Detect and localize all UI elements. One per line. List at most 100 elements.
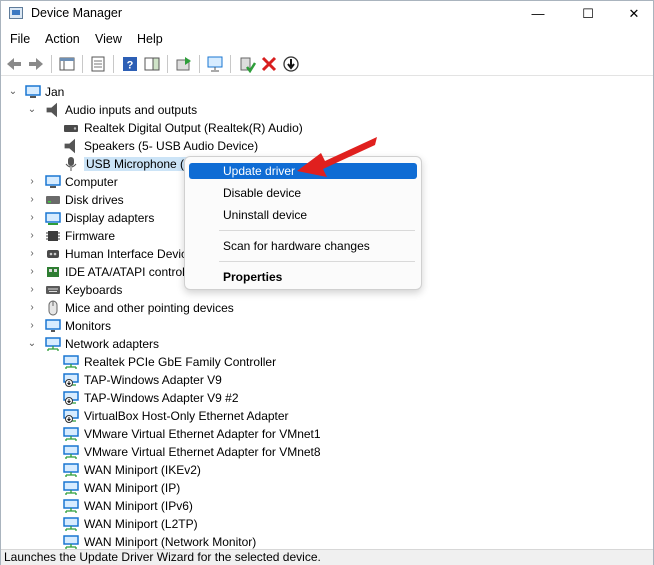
menu-bar: File Action View Help xyxy=(1,29,653,51)
action-pane-icon[interactable] xyxy=(143,55,161,73)
tree-device-row[interactable]: VMware Virtual Ethernet Adapter for VMne… xyxy=(1,425,653,443)
network-adapter-icon xyxy=(63,499,79,513)
enable-device-icon[interactable] xyxy=(238,55,256,73)
uninstall-device-icon[interactable] xyxy=(260,55,278,73)
network-adapter-icon xyxy=(63,355,79,369)
tree-device-row[interactable]: Realtek PCIe GbE Family Controller xyxy=(1,353,653,371)
tree-item-label: Network adapters xyxy=(65,337,160,351)
menu-help[interactable]: Help xyxy=(137,32,163,46)
monitor-icon xyxy=(45,319,61,332)
tree-category-network[interactable]: ⌄ Network adapters xyxy=(1,335,653,353)
tree-item-label: Display adapters xyxy=(65,211,155,225)
properties-icon[interactable] xyxy=(89,55,107,73)
tree-device-row[interactable]: TAP-Windows Adapter V9 xyxy=(1,371,653,389)
chevron-right-icon[interactable]: › xyxy=(26,301,38,315)
tree-device-row[interactable]: TAP-Windows Adapter V9 #2 xyxy=(1,389,653,407)
chevron-right-icon[interactable]: › xyxy=(26,175,38,189)
tree-item-label: WAN Miniport (IPv6) xyxy=(84,499,193,513)
network-adapter-icon xyxy=(45,337,61,351)
tree-item-label: Monitors xyxy=(65,319,112,333)
minimize-button[interactable]: — xyxy=(515,1,561,27)
network-adapter-disabled-icon xyxy=(63,373,79,387)
chevron-right-icon[interactable]: › xyxy=(26,193,38,207)
scan-hardware-icon[interactable] xyxy=(206,55,224,73)
firmware-icon xyxy=(46,231,60,241)
tree-item-label: Realtek Digital Output (Realtek(R) Audio… xyxy=(84,121,303,135)
chevron-right-icon[interactable]: › xyxy=(26,283,38,297)
tree-device-row[interactable]: WAN Miniport (IPv6) xyxy=(1,497,653,515)
menu-item-scan-hardware[interactable]: Scan for hardware changes xyxy=(189,238,417,254)
tree-item-label: Human Interface Devic xyxy=(65,247,188,261)
menu-file[interactable]: File xyxy=(10,32,30,46)
maximize-button[interactable]: ☐ xyxy=(565,1,611,27)
network-adapter-disabled-icon xyxy=(63,391,79,405)
tree-item-label: VirtualBox Host-Only Ethernet Adapter xyxy=(84,409,289,423)
tree-category-audio[interactable]: ⌄ Audio inputs and outputs xyxy=(1,101,653,119)
menu-item-uninstall-device[interactable]: Uninstall device xyxy=(189,207,417,223)
menu-action[interactable]: Action xyxy=(45,32,80,46)
tree-item-label: Audio inputs and outputs xyxy=(65,103,198,117)
tree-device-row[interactable]: WAN Miniport (IP) xyxy=(1,479,653,497)
chevron-down-icon[interactable]: ⌄ xyxy=(26,103,38,117)
chevron-down-icon[interactable]: ⌄ xyxy=(7,85,19,99)
close-button[interactable]: ✕ xyxy=(611,1,654,27)
tree-item-label: WAN Miniport (Network Monitor) xyxy=(84,535,257,549)
computer-icon xyxy=(25,85,41,98)
toolbar-separator xyxy=(230,55,231,73)
chevron-right-icon[interactable]: › xyxy=(26,247,38,261)
tree-item-label: VMware Virtual Ethernet Adapter for VMne… xyxy=(84,445,321,459)
display-adapter-icon xyxy=(45,212,61,225)
back-arrow-icon[interactable] xyxy=(5,55,23,73)
chevron-right-icon[interactable]: › xyxy=(26,211,38,225)
mouse-icon xyxy=(48,300,58,316)
tree-device-row[interactable]: WAN Miniport (IKEv2) xyxy=(1,461,653,479)
tree-item-label: Realtek PCIe GbE Family Controller xyxy=(84,355,277,369)
tree-device-row[interactable]: VMware Virtual Ethernet Adapter for VMne… xyxy=(1,443,653,461)
audio-device-icon xyxy=(64,125,78,132)
ide-controller-icon xyxy=(47,267,59,277)
toolbar-separator xyxy=(51,55,52,73)
speaker-icon xyxy=(46,102,57,118)
toolbar-separator xyxy=(199,55,200,73)
help-icon[interactable]: ? xyxy=(121,55,139,73)
chevron-right-icon[interactable]: › xyxy=(26,229,38,243)
tree-root-label: Jan xyxy=(45,85,65,99)
microphone-icon xyxy=(65,157,77,171)
red-arrow-icon xyxy=(297,137,377,177)
window-title: Device Manager xyxy=(31,6,123,20)
disable-device-icon[interactable] xyxy=(282,55,300,73)
tree-item-label: Firmware xyxy=(65,229,115,243)
computer-icon xyxy=(45,175,61,188)
tree-item-label: IDE ATA/ATAPI controll xyxy=(65,265,188,279)
forward-arrow-icon[interactable] xyxy=(27,55,45,73)
menu-item-disable-device[interactable]: Disable device xyxy=(189,185,417,201)
keyboard-icon xyxy=(46,286,60,294)
tree-item-label: Computer xyxy=(65,175,118,189)
device-manager-window: Device Manager — ☐ ✕ File Action View He… xyxy=(0,0,654,565)
title-bar: Device Manager — ☐ ✕ xyxy=(1,1,653,27)
tree-device-row[interactable]: WAN Miniport (Network Monitor) xyxy=(1,533,653,549)
toolbar-separator xyxy=(82,55,83,73)
tree-item-label: WAN Miniport (IKEv2) xyxy=(84,463,201,477)
chevron-right-icon[interactable]: › xyxy=(26,319,38,333)
chevron-right-icon[interactable]: › xyxy=(26,265,38,279)
svg-text:?: ? xyxy=(127,60,134,72)
disk-drive-icon xyxy=(46,196,60,204)
tree-item-label: VMware Virtual Ethernet Adapter for VMne… xyxy=(84,427,321,441)
menu-view[interactable]: View xyxy=(95,32,122,46)
network-adapter-icon xyxy=(63,445,79,459)
show-hide-console-tree-icon[interactable] xyxy=(58,55,76,73)
tree-device-row[interactable]: WAN Miniport (L2TP) xyxy=(1,515,653,533)
tree-category-monitors[interactable]: › Monitors xyxy=(1,317,653,335)
tree-device-row[interactable]: VirtualBox Host-Only Ethernet Adapter xyxy=(1,407,653,425)
network-adapter-icon xyxy=(63,517,79,531)
menu-item-properties[interactable]: Properties xyxy=(189,269,417,285)
tree-item-label: Disk drives xyxy=(65,193,124,207)
tree-item-label: TAP-Windows Adapter V9 xyxy=(84,373,222,387)
toolbar: ? xyxy=(1,52,653,76)
chevron-down-icon[interactable]: ⌄ xyxy=(26,337,38,351)
update-driver-icon[interactable] xyxy=(175,55,193,73)
tree-root-computer[interactable]: ⌄ Jan xyxy=(1,83,653,101)
tree-category-mice[interactable]: › Mice and other pointing devices xyxy=(1,299,653,317)
toolbar-separator xyxy=(113,55,114,73)
